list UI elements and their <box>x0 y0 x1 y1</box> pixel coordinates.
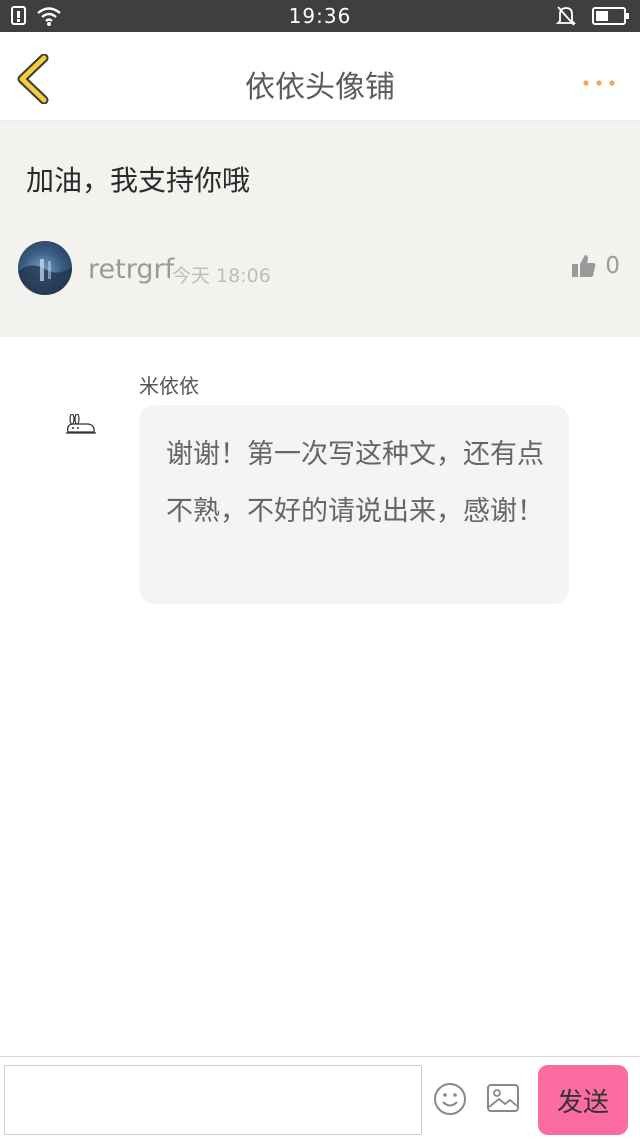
emoji-button[interactable] <box>433 1082 467 1116</box>
message-input[interactable] <box>4 1065 422 1135</box>
reply-bubble: 谢谢！第一次写这种文，还有点不熟，不好的请说出来，感谢！ <box>139 405 569 604</box>
page-title: 依依头像铺 <box>245 70 395 105</box>
input-bar: 发送 <box>0 1056 640 1139</box>
more-button[interactable] <box>580 74 620 86</box>
status-bar: 19:36 <box>0 0 640 32</box>
send-button[interactable]: 发送 <box>538 1065 628 1135</box>
status-time: 19:36 <box>288 4 352 28</box>
comment-text: 加油，我支持你哦 <box>26 164 251 197</box>
bell-muted-icon <box>555 5 577 31</box>
image-icon <box>487 1084 519 1112</box>
thumbs-up-icon <box>572 255 596 277</box>
like-count: 0 <box>605 253 620 279</box>
waterfall-photo-icon <box>18 259 72 295</box>
comment-card: 加油，我支持你哦 retrgrf 今天 18:06 0 <box>0 121 640 337</box>
avatar[interactable] <box>18 241 72 295</box>
comment-username[interactable]: retrgrf <box>88 254 174 285</box>
battery-icon <box>592 6 630 30</box>
like-button[interactable]: 0 <box>571 253 620 279</box>
smiley-icon <box>434 1083 466 1115</box>
comment-time: 今天 18:06 <box>172 265 271 287</box>
reply-author[interactable]: 米依依 <box>139 370 199 399</box>
image-button[interactable] <box>486 1083 520 1113</box>
more-dots-icon <box>583 80 615 86</box>
reply-text: 谢谢！第一次写这种文，还有点不熟，不好的请说出来，感谢！ <box>166 439 544 527</box>
reply-avatar[interactable] <box>62 413 98 438</box>
rabbit-icon <box>66 413 96 434</box>
app-header: 依依头像铺 <box>0 32 640 121</box>
